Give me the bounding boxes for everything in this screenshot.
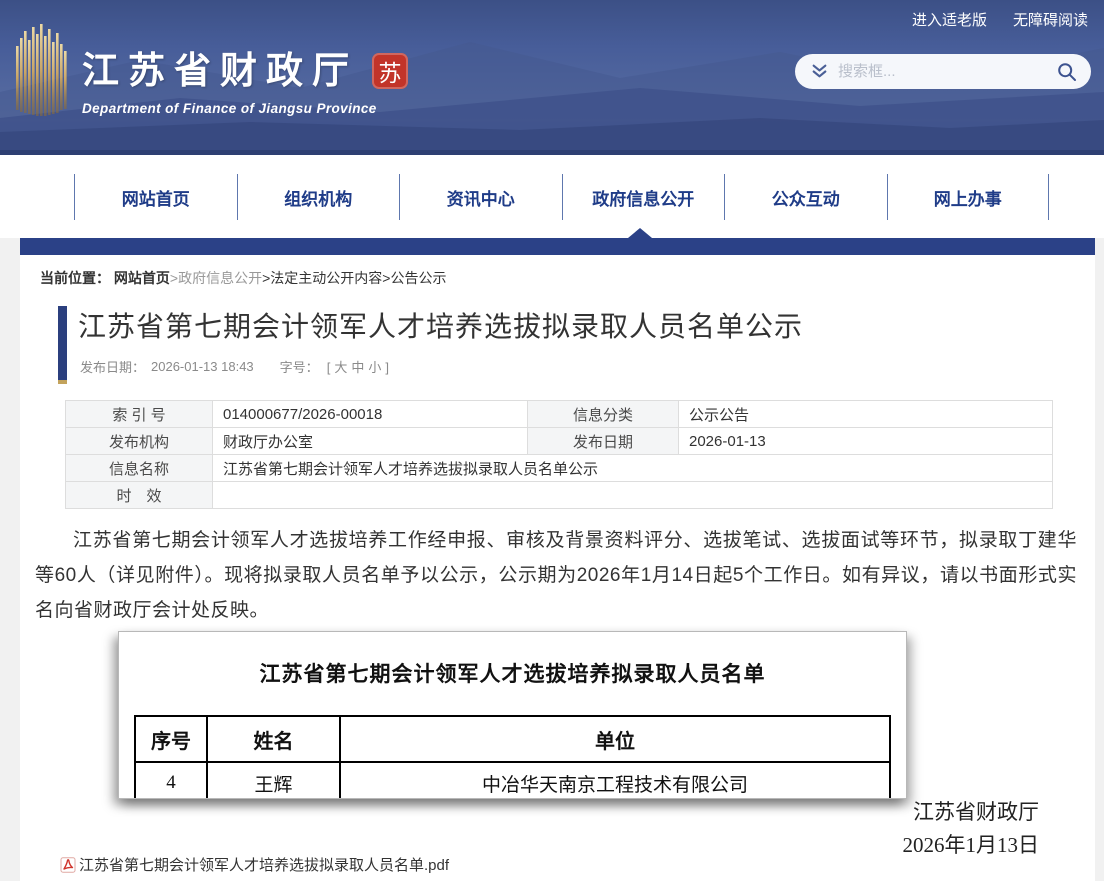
col-organization: 单位 [340, 716, 890, 762]
font-size-large-button[interactable]: 大 [334, 360, 347, 375]
publish-date-label: 发布日期： [80, 357, 145, 376]
search-input[interactable] [838, 63, 1057, 80]
validity-value [213, 482, 1053, 509]
index-number-label: 索 引 号 [66, 401, 213, 428]
publish-date-value: 2026-01-13 18:43 [151, 359, 254, 374]
active-tab-indicator [628, 228, 652, 238]
publish-date-label: 发布日期 [528, 428, 679, 455]
bracket: ] [385, 360, 389, 375]
logo-text: 江苏省财政厅 Department of Finance of Jiangsu … [82, 40, 377, 116]
table-row: 信息名称 江苏省第七期会计领军人才培养选拔拟录取人员名单公示 [66, 455, 1053, 482]
logo-subtitle: Department of Finance of Jiangsu Provinc… [82, 101, 377, 116]
breadcrumb: 当前位置： 网站首页>政府信息公开>法定主动公开内容>公告公示 [40, 268, 446, 288]
signature-block: 江苏省财政厅 2026年1月13日 [903, 796, 1040, 862]
nav-item-news-center[interactable]: 资讯中心 [399, 174, 562, 220]
roster-table: 序号 姓名 单位 4 王辉 中冶华天南京工程技术有限公司 [134, 715, 891, 799]
breadcrumb-statutory-disclosure[interactable]: 法定主动公开内容 [270, 270, 382, 286]
font-size-label: 字号： [280, 357, 319, 376]
nav-item-organization[interactable]: 组织机构 [237, 174, 400, 220]
roster-title: 江苏省第七期会计领军人才选拔培养拟录取人员名单 [119, 658, 906, 688]
document-info-table: 索 引 号 014000677/2026-00018 信息分类 公示公告 发布机… [65, 400, 1053, 509]
cell-serial-number: 4 [135, 762, 207, 799]
issuing-org-label: 发布机构 [66, 428, 213, 455]
pdf-icon [60, 857, 76, 873]
nav-item-gov-info-disclosure[interactable]: 政府信息公开 [562, 174, 725, 220]
publish-date-value: 2026-01-13 [679, 428, 1053, 455]
search-icon[interactable] [1057, 62, 1077, 82]
info-category-value: 公示公告 [679, 401, 1053, 428]
font-size-medium-button[interactable]: 中 [351, 360, 364, 375]
breadcrumb-announcements[interactable]: 公告公示 [390, 270, 446, 286]
jiangsu-seal-icon: 苏 [372, 53, 408, 89]
col-serial-number: 序号 [135, 716, 207, 762]
logo-bars-icon [14, 24, 68, 120]
col-name: 姓名 [207, 716, 340, 762]
bracket: [ [327, 360, 331, 375]
breadcrumb-separator: > [170, 270, 178, 286]
issuing-org-value: 财政厅办公室 [213, 428, 528, 455]
accessibility-link[interactable]: 无障碍阅读 [1013, 9, 1088, 30]
info-name-value: 江苏省第七期会计领军人才培养选拔拟录取人员名单公示 [213, 455, 1053, 482]
page-title: 江苏省第七期会计领军人才培养选拔拟录取人员名单公示 [78, 305, 1068, 345]
nav-item-home[interactable]: 网站首页 [74, 174, 237, 220]
attachment-link[interactable]: 江苏省第七期会计领军人才培养选拔拟录取人员名单.pdf [60, 854, 449, 875]
table-row: 时 效 [66, 482, 1053, 509]
article-panel: 当前位置： 网站首页>政府信息公开>法定主动公开内容>公告公示 江苏省第七期会计… [20, 255, 1095, 881]
title-accent-bar [58, 306, 67, 384]
main-nav: 网站首页 组织机构 资讯中心 政府信息公开 公众互动 网上办事 [0, 155, 1104, 238]
nav-item-online-services[interactable]: 网上办事 [887, 174, 1050, 220]
article-meta: 发布日期： 2026-01-13 18:43 字号： [大中小] [80, 357, 391, 376]
table-header-row: 序号 姓名 单位 [135, 716, 890, 762]
breadcrumb-gov-info[interactable]: 政府信息公开 [178, 270, 262, 286]
table-row: 发布机构 财政厅办公室 发布日期 2026-01-13 [66, 428, 1053, 455]
signature-org: 江苏省财政厅 [903, 796, 1040, 829]
info-category-label: 信息分类 [528, 401, 679, 428]
search-scope-dropdown-icon[interactable] [811, 63, 828, 80]
info-name-label: 信息名称 [66, 455, 213, 482]
search-box[interactable] [795, 54, 1091, 89]
table-row: 4 王辉 中冶华天南京工程技术有限公司 [135, 762, 890, 799]
breadcrumb-home[interactable]: 网站首页 [114, 270, 170, 286]
attachment-preview-image: 江苏省第七期会计领军人才选拔培养拟录取人员名单 序号 姓名 单位 4 王辉 中冶… [118, 631, 907, 799]
nav-item-public-interaction[interactable]: 公众互动 [724, 174, 887, 220]
nav-underline-bar [20, 238, 1095, 255]
article-body: 江苏省第七期会计领军人才选拔培养工作经申报、审核及背景资料评分、选拔笔试、选拔面… [35, 523, 1077, 628]
site-header: 进入适老版 无障碍阅读 [0, 0, 1104, 155]
font-size-controls: [大中小] [325, 357, 391, 376]
breadcrumb-label: 当前位置： [40, 270, 110, 286]
cell-name: 王辉 [207, 762, 340, 799]
cell-organization: 中冶华天南京工程技术有限公司 [340, 762, 890, 799]
site-logo[interactable]: 江苏省财政厅 Department of Finance of Jiangsu … [14, 24, 377, 120]
attachment-filename[interactable]: 江苏省第七期会计领军人才培养选拔拟录取人员名单.pdf [79, 854, 449, 875]
index-number-value: 014000677/2026-00018 [213, 401, 528, 428]
font-size-small-button[interactable]: 小 [368, 360, 381, 375]
elder-mode-link[interactable]: 进入适老版 [912, 9, 987, 30]
page: 进入适老版 无障碍阅读 [0, 0, 1104, 881]
table-row: 索 引 号 014000677/2026-00018 信息分类 公示公告 [66, 401, 1053, 428]
signature-date: 2026年1月13日 [903, 829, 1040, 862]
validity-label: 时 效 [66, 482, 213, 509]
logo-title: 江苏省财政厅 [82, 40, 377, 94]
header-top-links: 进入适老版 无障碍阅读 [912, 9, 1088, 30]
